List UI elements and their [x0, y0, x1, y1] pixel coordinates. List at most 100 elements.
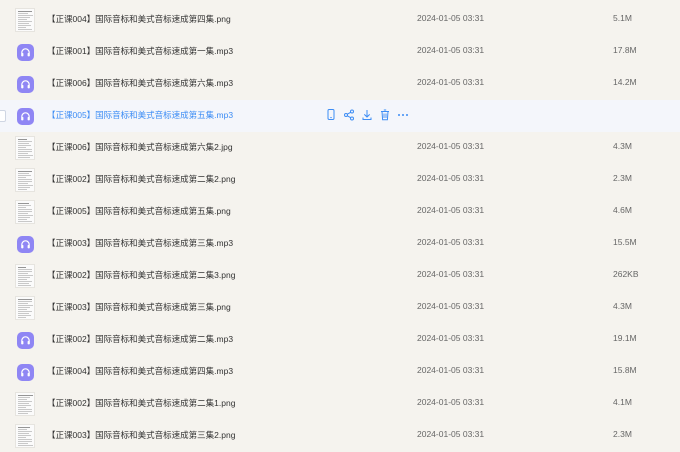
file-date: 2024-01-05 03:31 — [417, 397, 485, 407]
thumbnail-text-line — [18, 25, 31, 26]
thumbnail-text-line — [18, 401, 32, 402]
file-name[interactable]: 【正课006】国际音标和美式音标速成第六集2.jpg — [47, 141, 233, 153]
file-row[interactable]: 【正课003】国际音标和美式音标速成第三集.mp3 2024-01-05 03:3… — [0, 228, 680, 260]
phone-icon[interactable] — [325, 108, 339, 122]
file-name[interactable]: 【正课002】国际音标和美式音标速成第二集.mp3 — [47, 333, 233, 345]
thumbnail-text-line — [18, 139, 27, 140]
file-row[interactable]: 【正课005】国际音标和美式音标速成第五集.png 2024-01-05 03:3… — [0, 196, 680, 228]
file-date: 2024-01-05 03:31 — [417, 365, 485, 375]
file-row[interactable]: 【正课005】国际音标和美式音标速成第五集.mp3 — [0, 100, 680, 132]
file-date: 2024-01-05 03:31 — [417, 301, 485, 311]
file-name[interactable]: 【正课001】国际音标和美式音标速成第一集.mp3 — [47, 45, 233, 57]
file-row[interactable]: 【正课006】国际音标和美式音标速成第六集2.jpg 2024-01-05 03:… — [0, 132, 680, 164]
thumbnail-text-line — [18, 395, 33, 396]
file-row[interactable]: 【正课004】国际音标和美式音标速成第四集.png 2024-01-05 03:3… — [0, 4, 680, 36]
file-row[interactable]: 【正课002】国际音标和美式音标速成第二集2.png 2024-01-05 03:… — [0, 164, 680, 196]
thumbnail-text-line — [18, 273, 28, 274]
file-size: 4.3M — [613, 141, 632, 151]
thumbnail-text-line — [18, 13, 28, 14]
file-date: 2024-01-05 03:31 — [417, 173, 485, 183]
thumbnail-text-line — [18, 187, 30, 188]
thumbnail-text-line — [18, 309, 27, 310]
thumbnail-text-line — [18, 303, 28, 304]
thumbnail-text-line — [18, 269, 32, 270]
thumbnail-text-line — [18, 285, 31, 286]
file-name[interactable]: 【正课005】国际音标和美式音标速成第五集.mp3 — [47, 109, 233, 121]
file-name[interactable]: 【正课006】国际音标和美式音标速成第六集.mp3 — [47, 77, 233, 89]
thumbnail-text-line — [18, 11, 32, 12]
file-size: 5.1M — [613, 13, 632, 23]
file-name[interactable]: 【正课004】国际音标和美式音标速成第四集.mp3 — [47, 365, 233, 377]
thumbnail-text-line — [18, 183, 28, 184]
thumbnail-text-line — [18, 433, 29, 434]
audio-file-icon — [17, 76, 34, 93]
thumbnail-text-line — [18, 311, 32, 312]
file-name[interactable]: 【正课005】国际音标和美式音标速成第五集.png — [47, 205, 231, 217]
file-name[interactable]: 【正课002】国际音标和美式音标速成第二集1.png — [47, 397, 235, 409]
file-date: 2024-01-05 03:31 — [417, 429, 485, 439]
file-row[interactable]: 【正课003】国际音标和美式音标速成第三集2.png 2024-01-05 03:… — [0, 420, 680, 452]
thumbnail-text-line — [18, 157, 30, 158]
file-size: 15.5M — [613, 237, 637, 247]
file-size: 4.1M — [613, 397, 632, 407]
audio-file-icon — [17, 236, 34, 253]
share-icon[interactable] — [343, 108, 357, 122]
thumbnail-text-line — [18, 317, 26, 318]
thumbnail-text-line — [18, 21, 32, 22]
thumbnail-text-line — [18, 283, 29, 284]
thumbnail-text-line — [18, 27, 26, 28]
image-thumbnail — [15, 168, 35, 192]
file-name[interactable]: 【正课004】国际音标和美式音标速成第四集.png — [47, 13, 231, 25]
thumbnail-text-line — [18, 441, 32, 442]
image-thumbnail — [15, 8, 35, 32]
thumbnail-text-line — [18, 221, 32, 222]
thumbnail-text-line — [18, 275, 33, 276]
thumbnail-text-line — [18, 279, 27, 280]
file-name[interactable]: 【正课002】国际音标和美式音标速成第二集2.png — [47, 173, 235, 185]
thumbnail-text-line — [18, 23, 29, 24]
audio-file-icon — [17, 108, 34, 125]
thumbnail-text-line — [18, 149, 32, 150]
audio-file-icon — [17, 364, 34, 381]
file-date: 2024-01-05 03:31 — [417, 13, 485, 23]
download-icon[interactable] — [361, 108, 375, 122]
thumbnail-text-line — [18, 211, 32, 212]
thumbnail-text-line — [18, 173, 29, 174]
thumbnail-text-line — [18, 19, 27, 20]
file-row[interactable]: 【正课002】国际音标和美式音标速成第二集.mp3 2024-01-05 03:3… — [0, 324, 680, 356]
file-date: 2024-01-05 03:31 — [417, 141, 485, 151]
thumbnail-text-line — [18, 313, 29, 314]
thumbnail-text-line — [18, 189, 27, 190]
file-name[interactable]: 【正课003】国际音标和美式音标速成第三集.mp3 — [47, 237, 233, 249]
file-row[interactable]: 【正课001】国际音标和美式音标速成第一集.mp3 2024-01-05 03:3… — [0, 36, 680, 68]
file-list: 【正课004】国际音标和美式音标速成第四集.png 2024-01-05 03:3… — [0, 4, 680, 452]
more-icon[interactable] — [397, 108, 411, 122]
thumbnail-text-line — [18, 185, 33, 186]
thumbnail-text-line — [18, 179, 32, 180]
file-row[interactable]: 【正课006】国际音标和美式音标速成第六集.mp3 2024-01-05 03:3… — [0, 68, 680, 100]
thumbnail-text-line — [18, 411, 32, 412]
file-row[interactable]: 【正课002】国际音标和美式音标速成第二集3.png 2024-01-05 03:… — [0, 260, 680, 292]
row-checkbox[interactable] — [0, 110, 6, 122]
file-name[interactable]: 【正课002】国际音标和美式音标速成第二集3.png — [47, 269, 235, 281]
thumbnail-text-line — [18, 427, 30, 428]
file-name[interactable]: 【正课003】国际音标和美式音标速成第三集2.png — [47, 429, 235, 441]
thumbnail-text-line — [18, 171, 32, 172]
file-date: 2024-01-05 03:31 — [417, 237, 485, 247]
thumbnail-text-line — [18, 429, 27, 430]
file-date: 2024-01-05 03:31 — [417, 45, 485, 55]
thumbnail-text-line — [18, 413, 28, 414]
thumbnail-text-line — [18, 15, 33, 16]
thumbnail-text-line — [18, 175, 31, 176]
thumbnail-text-line — [18, 151, 32, 152]
thumbnail-text-line — [18, 407, 26, 408]
thumbnail-text-line — [18, 431, 32, 432]
file-row[interactable]: 【正课004】国际音标和美式音标速成第四集.mp3 2024-01-05 03:3… — [0, 356, 680, 388]
audio-file-icon — [17, 332, 34, 349]
image-thumbnail — [15, 296, 35, 320]
file-row[interactable]: 【正课002】国际音标和美式音标速成第二集1.png 2024-01-05 03:… — [0, 388, 680, 420]
file-row[interactable]: 【正课003】国际音标和美式音标速成第三集.png 2024-01-05 03:3… — [0, 292, 680, 324]
file-name[interactable]: 【正课003】国际音标和美式音标速成第三集.png — [47, 301, 231, 313]
delete-icon[interactable] — [379, 108, 393, 122]
thumbnail-text-line — [18, 217, 30, 218]
